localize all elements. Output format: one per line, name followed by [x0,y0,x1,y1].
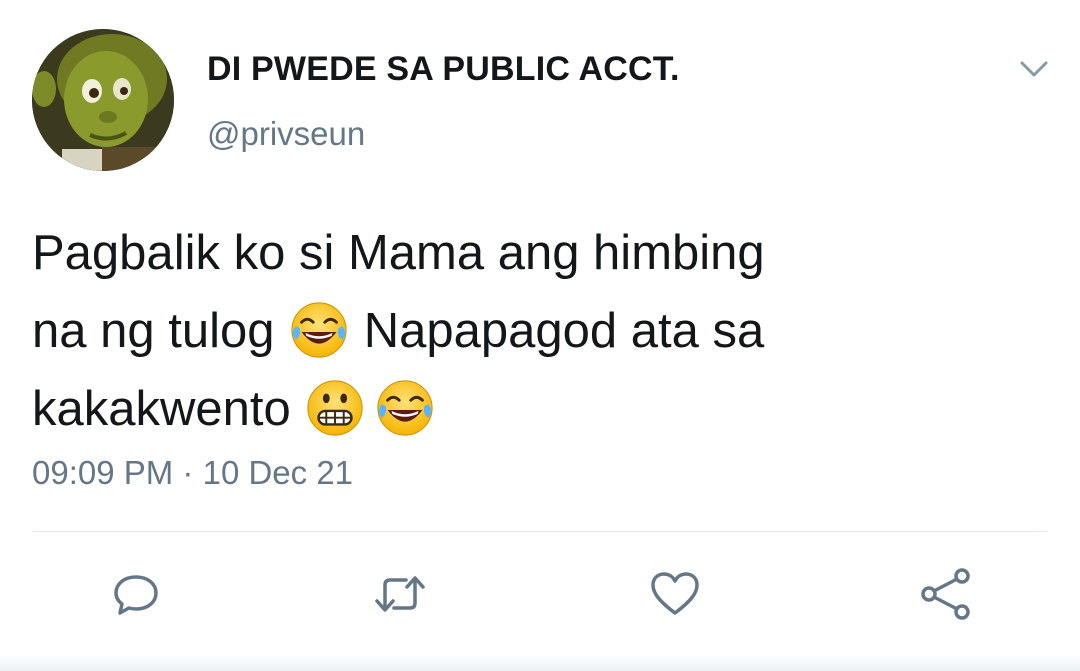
heart-icon [651,572,699,615]
retweet-icon [375,576,425,612]
divider [32,531,1048,532]
timestamp-separator: · [182,454,194,491]
user-handle[interactable]: @privseun [207,115,365,153]
face-with-tears-of-joy-icon [291,302,347,358]
tweet-timestamp[interactable]: 09:09 PM · 10 Dec 21 [32,454,353,492]
reply-button[interactable] [104,562,168,626]
reply-icon [114,575,158,615]
like-button[interactable] [643,562,707,626]
chevron-down-icon[interactable] [1016,56,1052,82]
tweet-time: 09:09 PM [32,454,174,491]
tweet-text-segment: Pagbalik ko si Mama ang himbing [32,226,765,280]
grimacing-face-icon [307,380,363,436]
share-button[interactable] [913,562,977,626]
tweet-text-segment: Napapagod ata sa [363,304,765,358]
bottom-edge [0,654,1080,671]
face-with-tears-of-joy-icon [377,380,433,436]
tweet-text-segment: kakakwento [32,382,291,436]
share-icon [921,568,970,620]
tweet-text-segment: na ng tulog [32,304,275,358]
tweet-date: 10 Dec 21 [202,454,354,491]
tweet-text-line: kakakwento [32,370,1032,448]
retweet-button[interactable] [368,562,432,626]
tweet-text-line: na ng tulog Napapagod ata sa [32,292,1032,370]
display-name[interactable]: DI PWEDE SA PUBLIC ACCT. [207,50,680,89]
avatar[interactable] [32,29,174,171]
tweet-card: DI PWEDE SA PUBLIC ACCT. @privseun Pagba… [0,0,1080,671]
tweet-text-line: Pagbalik ko si Mama ang himbing [32,214,1032,292]
tweet-text: Pagbalik ko si Mama ang himbing na ng tu… [32,214,1032,448]
